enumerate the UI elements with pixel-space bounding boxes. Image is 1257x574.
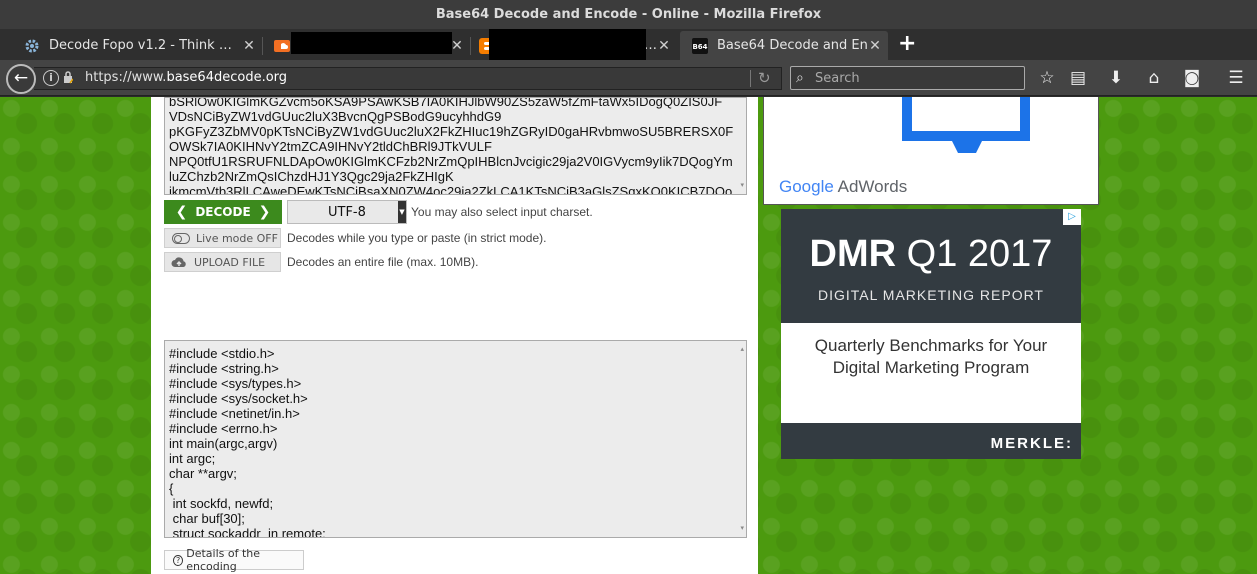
close-icon[interactable]: ✕ <box>657 38 671 54</box>
charset-hint: You may also select input charset. <box>411 205 593 219</box>
tab-label: Decode Fopo v1.2 - Think … <box>49 38 232 53</box>
svg-text:B64: B64 <box>692 43 707 51</box>
close-icon[interactable]: ✕ <box>868 38 882 54</box>
decoded-output[interactable]: #include <stdio.h> #include <string.h> #in… <box>164 340 747 538</box>
scroll-down-icon[interactable]: ▾ <box>740 178 744 193</box>
scroll-up-icon[interactable]: ▴ <box>740 342 744 357</box>
url-separator <box>750 70 751 87</box>
text-line: #include <netinet/in.h> <box>169 406 300 421</box>
bookmark-star-icon[interactable]: ☆ <box>1037 68 1057 88</box>
close-icon[interactable]: ✕ <box>450 38 464 54</box>
tab-label: Base64 Decode and En… <box>717 38 868 53</box>
adchoices-icon[interactable]: ▷ <box>1063 209 1081 225</box>
monitor-graphic <box>902 97 1030 141</box>
dmr-tagline: Quarterly Benchmarks for Your Digital Mar… <box>814 336 1048 377</box>
text-line: VDsNCiByZW1vdGUuc2luX3BvcnQgPSBodG9ucyhh… <box>169 109 502 124</box>
help-icon: ? <box>173 554 184 566</box>
text-line: #include <string.h> <box>169 361 279 376</box>
dmr-title: DMR Q1 2017 <box>809 233 1053 275</box>
tab-strip: Decode Fopo v1.2 - Think … ✕ ✕ … ✕ B64 B… <box>0 29 1257 60</box>
reading-list-icon[interactable]: ▤ <box>1068 68 1088 88</box>
text-line: ikmcmVtb3RlLCAweDEwKTsNCiBsaXN0ZW4oc29ja… <box>169 184 733 195</box>
live-mode-hint: Decodes while you type or paste (in stri… <box>287 231 547 245</box>
dmr-subtitle: DIGITAL MARKETING REPORT <box>818 287 1044 303</box>
redacted-block <box>489 29 646 60</box>
dmr-white-panel: Quarterly Benchmarks for Your Digital Mar… <box>781 323 1081 423</box>
text-line: int main(argc,argv) <box>169 436 278 451</box>
chevron-right-icon: ❯ <box>258 204 271 220</box>
new-tab-icon[interactable]: + <box>898 33 916 55</box>
redacted-block <box>291 32 452 54</box>
text-line: NPQ0tfU1RSRUFNLDApOw0KIGlmKCFzb2NrZmQpIH… <box>169 154 733 169</box>
cloud-upload-icon <box>171 256 186 267</box>
close-icon[interactable]: ✕ <box>242 38 256 54</box>
download-icon[interactable]: ⬇ <box>1106 68 1126 88</box>
search-icon: ⌕ <box>796 70 804 86</box>
text-line: OWSk7IA0KIHNvY2tmZCA9IHNvY2tldChBRl9JTkV… <box>169 139 492 154</box>
text-line: struct sockaddr_in remote; <box>169 526 326 538</box>
text-line: int argc; <box>169 451 216 466</box>
text-line: #include <errno.h> <box>169 421 278 436</box>
decode-button[interactable]: ❮ DECODE ❯ <box>164 200 282 224</box>
text-line: { <box>169 481 174 496</box>
reload-icon[interactable]: ↻ <box>758 69 771 87</box>
tab-decode-fopo[interactable]: Decode Fopo v1.2 - Think … ✕ <box>12 31 262 60</box>
merkle-logo: MERKLE: <box>990 435 1073 452</box>
details-button[interactable]: ? Details of the encoding <box>164 547 304 573</box>
text-line: int sockfd, newfd; <box>169 496 274 511</box>
back-arrow-icon[interactable]: ← <box>6 64 36 94</box>
text-line: #include <sys/types.h> <box>169 376 302 391</box>
encoded-input[interactable]: bSRlOw0KIGlmKGZvcm5oKSA9PSAwKSB7IA0KIHJl… <box>164 97 747 195</box>
google-adwords-logo: Google AdWords <box>779 177 908 196</box>
text-line: #include <sys/socket.h> <box>169 391 308 406</box>
charset-select[interactable]: UTF-8 ▼ <box>287 200 407 224</box>
text-line: #include <stdio.h> <box>169 346 275 361</box>
text-line: bSRlOw0KIGlmKGZvcm5oKSA9PSAwKSB7IA0KIHJl… <box>169 97 723 109</box>
window-title: Base64 Decode and Encode - Online - Mozi… <box>0 0 1257 29</box>
dropdown-arrow-icon: ▼ <box>398 201 406 223</box>
text-line: char buf[30]; <box>169 511 245 526</box>
lock-icon[interactable] <box>63 70 73 84</box>
scroll-down-icon[interactable]: ▾ <box>740 521 744 536</box>
home-icon[interactable]: ⌂ <box>1144 68 1164 88</box>
url-text[interactable]: https://www.base64decode.org <box>85 70 287 85</box>
pocket-icon[interactable]: ◙ <box>1182 68 1202 88</box>
chevron-left-icon: ❮ <box>175 204 188 220</box>
text-line: char **argv; <box>169 466 237 481</box>
adwords-ad[interactable]: Google AdWords <box>763 97 1099 205</box>
monitor-stand <box>952 141 982 153</box>
menu-icon[interactable]: ☰ <box>1226 68 1246 88</box>
dmr-ad[interactable]: ▷ DMR Q1 2017 DIGITAL MARKETING REPORT Q… <box>781 209 1081 459</box>
upload-hint: Decodes an entire file (max. 10MB). <box>287 255 479 269</box>
live-mode-toggle[interactable]: Live mode OFF <box>164 228 281 248</box>
gear-icon <box>25 39 39 52</box>
search-placeholder: Search <box>815 71 860 86</box>
soundcloud-icon <box>274 39 290 52</box>
text-line: pKGFyZ3ZbMV0pKTsNCiByZW1vdGUuc2luX2FkZHI… <box>169 124 734 139</box>
toggle-icon <box>172 232 190 244</box>
upload-file-button[interactable]: UPLOAD FILE <box>164 252 281 272</box>
tab-base64[interactable]: B64 Base64 Decode and En… ✕ <box>680 31 888 60</box>
text-line: luZChzb2NrZmQsIChzdHJ1Y3Qgc29ja2FkZHIgK <box>169 169 454 184</box>
info-icon[interactable]: i <box>43 70 59 86</box>
b64-icon: B64 <box>692 37 708 54</box>
